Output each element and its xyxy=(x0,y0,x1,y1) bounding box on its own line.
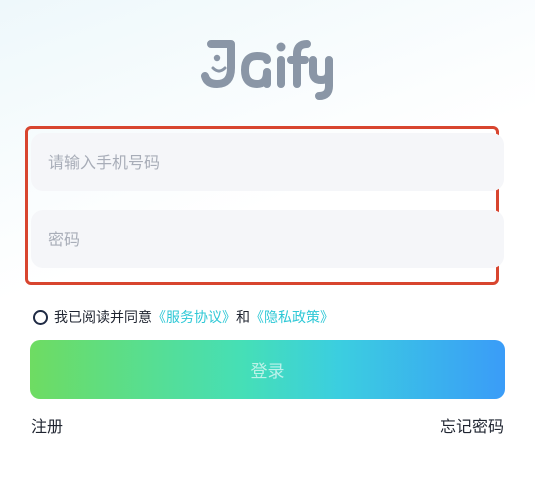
service-agreement-link[interactable]: 《服务协议》 xyxy=(152,307,236,327)
jaify-logo xyxy=(201,38,337,100)
jaify-logo-graphic xyxy=(201,40,333,100)
login-button[interactable]: 登录 xyxy=(30,340,505,399)
agreement-conjunction: 和 xyxy=(236,310,250,326)
agreement-radio[interactable] xyxy=(33,309,48,325)
password-input[interactable] xyxy=(31,210,504,268)
privacy-policy-link[interactable]: 《隐私政策》 xyxy=(250,307,334,327)
forgot-password-link[interactable]: 忘记密码 xyxy=(440,413,504,437)
register-link[interactable]: 注册 xyxy=(31,413,63,437)
phone-input[interactable] xyxy=(31,133,504,191)
agreement-row: 我已阅读并同意 《服务协议》 和 《隐私政策》 xyxy=(33,306,334,328)
agreement-prefix: 我已阅读并同意 xyxy=(54,310,152,326)
